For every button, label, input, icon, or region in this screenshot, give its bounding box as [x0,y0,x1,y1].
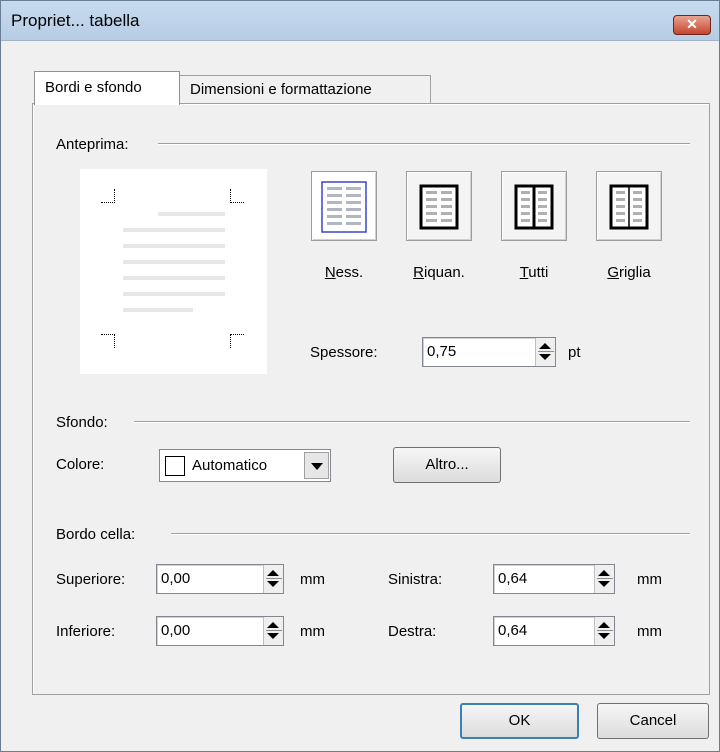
spin-up-icon[interactable] [598,570,610,576]
thickness-input[interactable]: 0,75 [422,337,556,367]
outer-border-icon [419,184,459,230]
preview-corner-bl [101,334,115,348]
bottom-margin-input[interactable]: 0,00 [156,616,284,646]
right-margin-unit: mm [637,623,662,640]
spin-up-icon[interactable] [267,570,279,576]
tab-borders-background[interactable]: Bordi e sfondo [34,71,180,105]
bottom-margin-label: Inferiore: [56,623,116,640]
preview-text-line [158,212,225,216]
right-margin-value: 0,64 [498,622,528,639]
preview-text-line [123,244,225,248]
spin-down-icon[interactable] [598,633,610,639]
cell-border-section-label: Bordo cella: [56,526,136,543]
color-label: Colore: [56,456,105,473]
preview-text-line [123,228,225,232]
table-properties-dialog: Propriet... tabella ✕ Bordi e sfondo Dim… [0,0,720,752]
close-button[interactable]: ✕ [673,15,711,35]
all-borders-icon [514,184,554,230]
preset-outer-button[interactable] [406,171,472,241]
spin-up-icon[interactable] [598,622,610,628]
color-dropdown[interactable]: Automatico [159,449,331,482]
spin-separator [597,630,613,631]
left-margin-value: 0,64 [498,570,528,587]
right-margin-label: Destra: [388,623,437,640]
left-margin-label: Sinistra: [388,571,443,588]
tab-size-formatting[interactable]: Dimensioni e formattazione [179,75,431,104]
top-margin-spinner[interactable] [263,565,283,593]
border-preview [80,169,267,374]
cell-border-divider [171,533,690,535]
preset-grid-button[interactable] [596,171,662,241]
background-divider [134,421,690,423]
spin-separator [266,630,282,631]
preset-none-label: Ness. [324,264,364,281]
top-margin-value: 0,00 [161,570,191,587]
preview-section-label: Anteprima: [56,136,129,153]
spin-down-icon[interactable] [267,633,279,639]
spin-up-icon[interactable] [267,622,279,628]
right-margin-input[interactable]: 0,64 [493,616,615,646]
thickness-label: Spessore: [310,344,378,361]
preset-outer-label: Riquan. [413,264,465,281]
grid-icon [609,184,649,230]
preview-corner-br [230,334,244,348]
background-section-label: Sfondo: [56,414,108,431]
spin-separator [597,578,613,579]
left-margin-spinner[interactable] [594,565,614,593]
dialog-title: Propriet... tabella [11,11,140,30]
close-icon: ✕ [686,16,698,32]
preset-none-button[interactable] [311,171,377,241]
no-border-icon [321,181,367,233]
left-margin-unit: mm [637,571,662,588]
spin-separator [538,351,554,352]
preview-text-line [123,308,193,312]
top-margin-input[interactable]: 0,00 [156,564,284,594]
spin-up-icon[interactable] [539,343,551,349]
bottom-margin-value: 0,00 [161,622,191,639]
top-margin-unit: mm [300,571,325,588]
spin-down-icon[interactable] [598,581,610,587]
preview-text-line [123,292,225,296]
preset-all-label: Tutti [519,264,549,281]
top-margin-label: Superiore: [56,571,126,588]
preset-grid-label: Griglia [607,264,651,281]
spin-separator [266,578,282,579]
title-bar: Propriet... tabella ✕ [1,1,719,41]
right-margin-spinner[interactable] [594,617,614,645]
thickness-spinner[interactable] [535,338,555,366]
more-colors-button[interactable]: Altro... [393,447,501,483]
bottom-margin-spinner[interactable] [263,617,283,645]
spin-down-icon[interactable] [267,581,279,587]
chevron-down-icon [311,463,323,470]
spin-down-icon[interactable] [539,354,551,360]
thickness-unit: pt [568,344,581,361]
preview-corner-tr [230,189,244,203]
bottom-margin-unit: mm [300,623,325,640]
cancel-button[interactable]: Cancel [597,703,709,739]
preview-corner-tl [101,189,115,203]
preview-text-line [123,260,225,264]
preview-text-line [123,276,225,280]
ok-button[interactable]: OK [460,703,579,739]
color-swatch [165,456,185,476]
color-value: Automatico [192,457,268,474]
dropdown-button[interactable] [304,452,329,479]
thickness-value: 0,75 [427,343,457,360]
left-margin-input[interactable]: 0,64 [493,564,615,594]
preview-divider [158,143,690,145]
preset-all-button[interactable] [501,171,567,241]
